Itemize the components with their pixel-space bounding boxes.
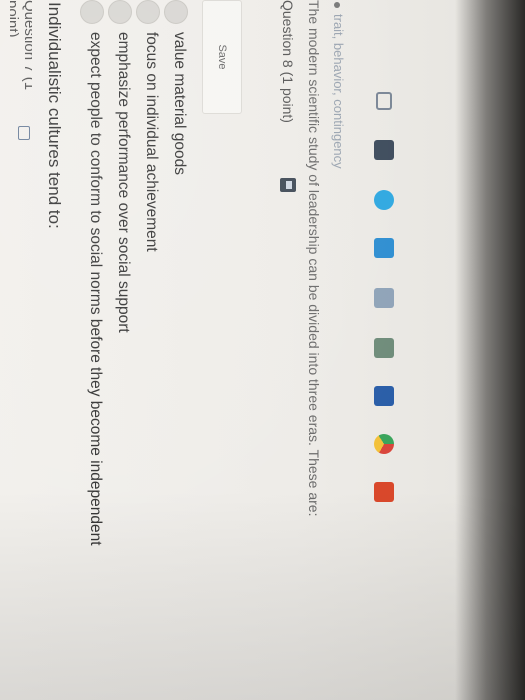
- option-radio-4[interactable]: [164, 0, 188, 24]
- question7-header-wrap: Question 7 (1 point): [10, 0, 32, 110]
- screen-photo: Question 7 (1 point) Individualistic cul…: [0, 0, 525, 700]
- question8-header: Question 8 (1 point): [280, 0, 296, 123]
- option-radio-1[interactable]: [80, 0, 104, 24]
- question7-flag-icon[interactable]: [18, 126, 30, 140]
- option-text-1: expect people to conform to social norms…: [87, 32, 104, 546]
- office-icon[interactable]: [374, 482, 394, 502]
- question8-option-1[interactable]: trait, behavior, contingency: [331, 14, 346, 169]
- option-radio-2[interactable]: [108, 0, 132, 24]
- quiz-page: Question 7 (1 point) Individualistic cul…: [2, 0, 482, 700]
- game-icon[interactable]: [374, 338, 394, 358]
- edge-icon[interactable]: [374, 190, 394, 210]
- amazon-icon[interactable]: [374, 288, 394, 308]
- word-icon[interactable]: [374, 386, 394, 406]
- option-text-3: focus on individual achievement: [143, 32, 160, 252]
- store-icon[interactable]: [374, 140, 394, 160]
- question8-prompt: The modern scientific study of leadershi…: [306, 0, 322, 517]
- photos-icon[interactable]: [374, 238, 394, 258]
- save-button[interactable]: Save: [202, 0, 242, 114]
- option-radio-3[interactable]: [136, 0, 160, 24]
- question7-prompt: Individualistic cultures tend to:: [45, 2, 64, 229]
- task-view-icon[interactable]: [376, 92, 392, 110]
- option-text-2: emphasize performance over social suppor…: [115, 32, 132, 333]
- chrome-icon[interactable]: [374, 434, 394, 454]
- screen-bezel: [455, 0, 525, 700]
- question7-header: Question 7 (1 point): [10, 0, 32, 91]
- answer-bullet: [334, 2, 340, 8]
- option-text-4: value material goods: [171, 32, 188, 176]
- question8-flag-icon[interactable]: [280, 178, 296, 192]
